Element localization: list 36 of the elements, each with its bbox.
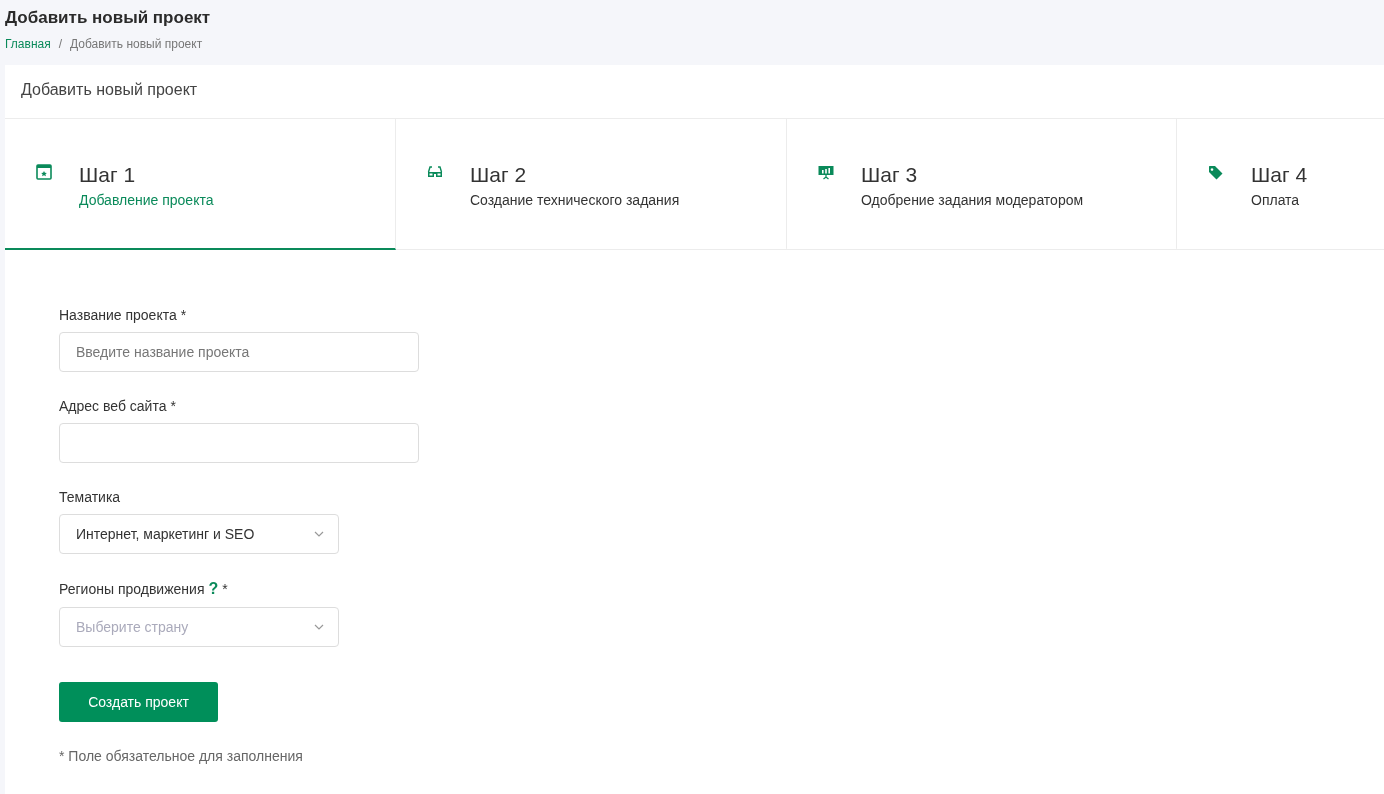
step-subtitle: Создание технического задания	[470, 192, 680, 208]
breadcrumb-separator: /	[58, 37, 63, 51]
chevron-down-icon	[314, 624, 324, 630]
field-label: Название проекта	[59, 307, 177, 323]
presentation-board-icon	[818, 164, 834, 180]
breadcrumb-current: Добавить новый проект	[70, 37, 203, 51]
field-label: Адрес веб сайта	[59, 398, 167, 414]
field-label: Регионы продвижения	[59, 581, 205, 597]
breadcrumb-link[interactable]: Главная	[5, 37, 51, 51]
step-tab[interactable]: Шаг 3 Одобрение задания модератором	[787, 119, 1177, 250]
step-title: Шаг 3	[861, 163, 919, 187]
step-tab[interactable]: Шаг 4 Оплата	[1177, 119, 1384, 250]
step-tab[interactable]: Шаг 2 Создание технического задания	[396, 119, 787, 250]
page-title: Добавить новый проект	[5, 8, 212, 28]
step-subtitle: Одобрение задания модератором	[861, 192, 1084, 208]
card-title: Добавить новый проект	[5, 65, 1384, 119]
dropdown[interactable]: Интернет, маркетинг и SEO	[59, 514, 339, 554]
chevron-down-icon	[314, 531, 324, 537]
step-title: Шаг 4	[1251, 163, 1308, 187]
glasses-icon	[427, 164, 443, 180]
field-label: Тематика	[59, 489, 121, 505]
step-subtitle: Оплата	[1251, 192, 1301, 208]
input-field[interactable]: Введите название проекта	[59, 332, 419, 372]
step-tab[interactable]: Шаг 1 Добавление проекта	[5, 119, 396, 250]
required-mark: *	[170, 398, 176, 414]
required-mark: *	[222, 581, 228, 597]
create-project-button[interactable]: Создать проект	[59, 682, 218, 722]
step-title: Шаг 2	[470, 163, 528, 187]
required-note: * Поле обязательное для заполнения	[59, 748, 304, 764]
step-title: Шаг 1	[79, 163, 137, 187]
window-icon	[36, 164, 52, 180]
step-subtitle: Добавление проекта	[79, 192, 214, 208]
help-icon[interactable]: ?	[208, 580, 219, 598]
required-mark: *	[180, 307, 187, 323]
tag-icon	[1208, 164, 1224, 180]
input-field[interactable]	[59, 423, 419, 463]
